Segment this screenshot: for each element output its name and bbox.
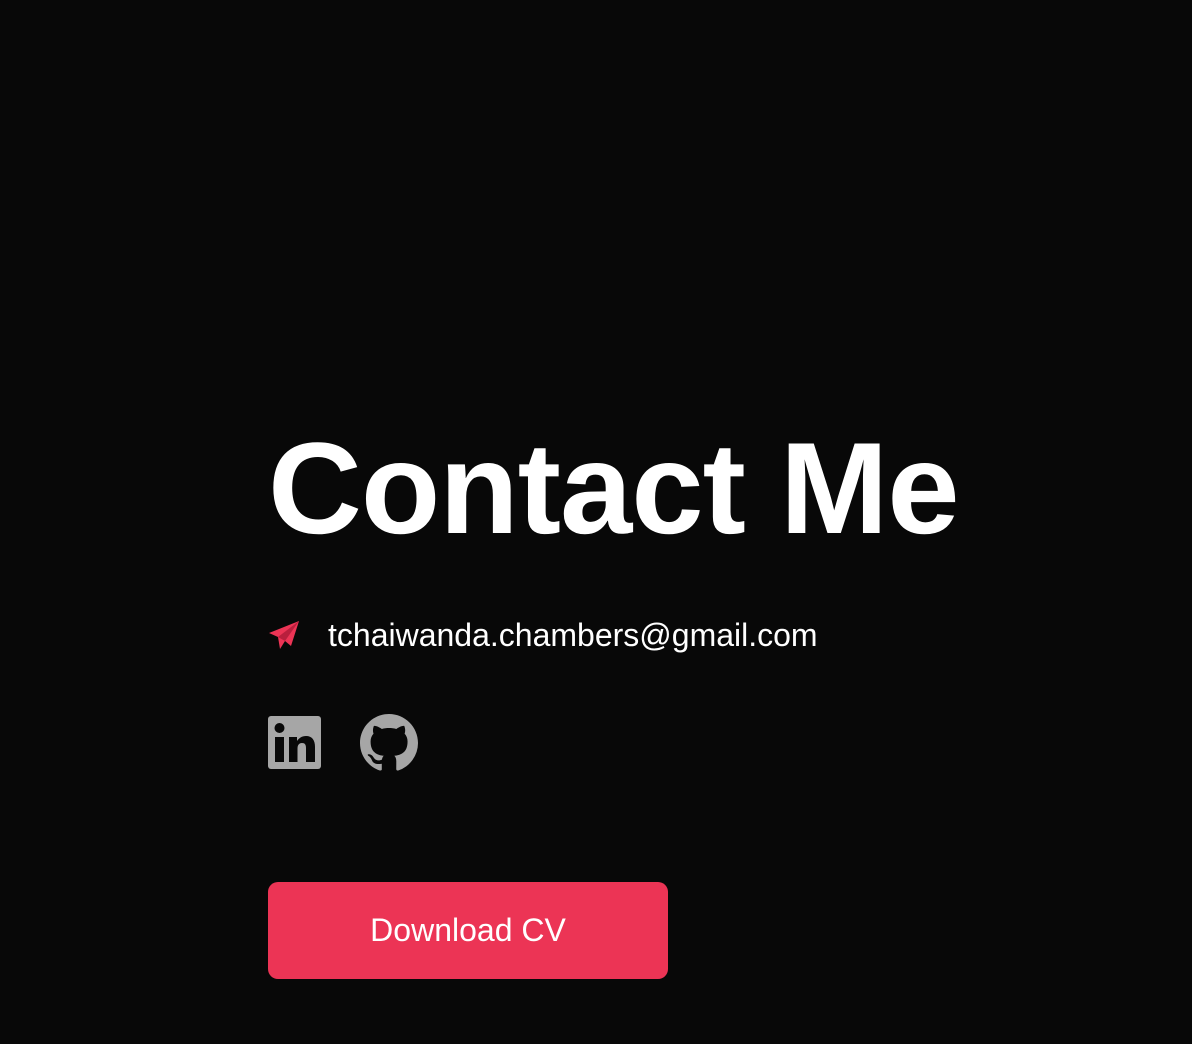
linkedin-icon — [268, 716, 321, 774]
github-link[interactable] — [360, 713, 418, 777]
contact-section: Contact Me tchaiwanda.chambers@gmail.com — [268, 0, 1168, 1044]
page-title: Contact Me — [268, 415, 960, 561]
download-cv-button[interactable]: Download CV — [268, 882, 668, 979]
social-links — [268, 713, 418, 777]
github-icon — [360, 713, 418, 777]
email-row: tchaiwanda.chambers@gmail.com — [268, 614, 818, 656]
paper-plane-icon — [268, 619, 300, 651]
linkedin-link[interactable] — [268, 716, 321, 774]
email-link[interactable]: tchaiwanda.chambers@gmail.com — [328, 614, 818, 656]
